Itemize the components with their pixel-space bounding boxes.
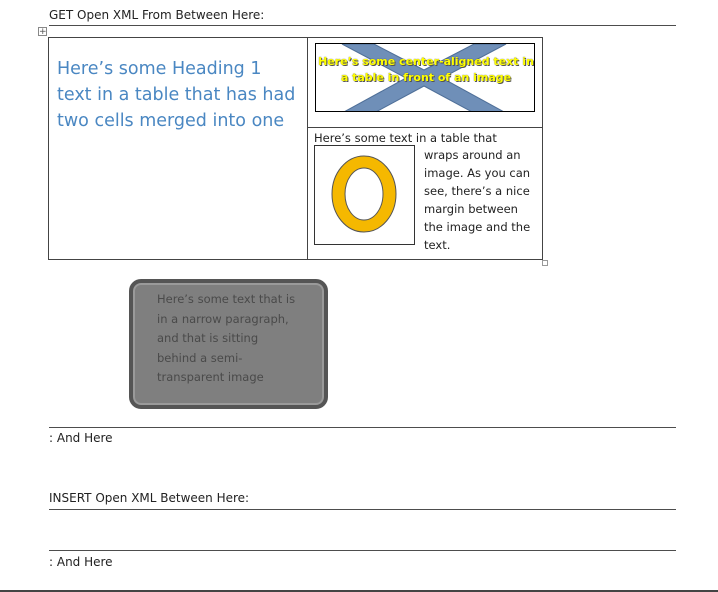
get-end-rule bbox=[49, 427, 676, 428]
table-resize-handle[interactable] bbox=[542, 260, 548, 266]
narrow-paragraph: Here’s some text that is in a narrow par… bbox=[157, 290, 332, 388]
narrow-line: behind a semi- bbox=[157, 350, 243, 365]
wrap-line: wraps around an bbox=[424, 148, 521, 162]
narrow-line: in a narrow paragraph, bbox=[157, 311, 289, 326]
overlay-image-box: Here’s some center-aligned text in a tab… bbox=[315, 43, 535, 112]
wrap-paragraph: wraps around an image. As you can see, t… bbox=[424, 146, 540, 254]
move-handle-icon[interactable]: + bbox=[38, 27, 47, 37]
wrap-line: the image and the bbox=[424, 220, 531, 234]
wrap-line: image. As you can bbox=[424, 166, 531, 180]
narrow-line: Here’s some text that is bbox=[157, 292, 296, 306]
insert-end-label: : And Here bbox=[49, 555, 113, 569]
merged-cell[interactable]: Here’s some Heading 1 text in a table th… bbox=[48, 37, 308, 260]
get-end-label: : And Here bbox=[49, 431, 113, 445]
narrow-line: transparent image bbox=[157, 370, 264, 384]
overlay-text: Here’s some center-aligned text in a tab… bbox=[318, 55, 534, 84]
wrap-line: margin between bbox=[424, 202, 518, 216]
insert-heading: INSERT Open XML Between Here: bbox=[49, 491, 250, 505]
wrap-line: see, there’s a nice bbox=[424, 184, 530, 198]
get-heading-rule bbox=[49, 25, 676, 26]
insert-end-rule bbox=[49, 550, 676, 551]
narrow-line: and that is sitting bbox=[157, 331, 259, 345]
get-heading: GET Open XML From Between Here: bbox=[49, 8, 265, 22]
insert-heading-rule bbox=[49, 509, 676, 510]
wrap-line: text. bbox=[424, 238, 451, 252]
letter-o-icon bbox=[331, 155, 397, 233]
merged-cell-heading: Here’s some Heading 1 text in a table th… bbox=[57, 59, 296, 131]
o-image-frame bbox=[314, 145, 415, 245]
